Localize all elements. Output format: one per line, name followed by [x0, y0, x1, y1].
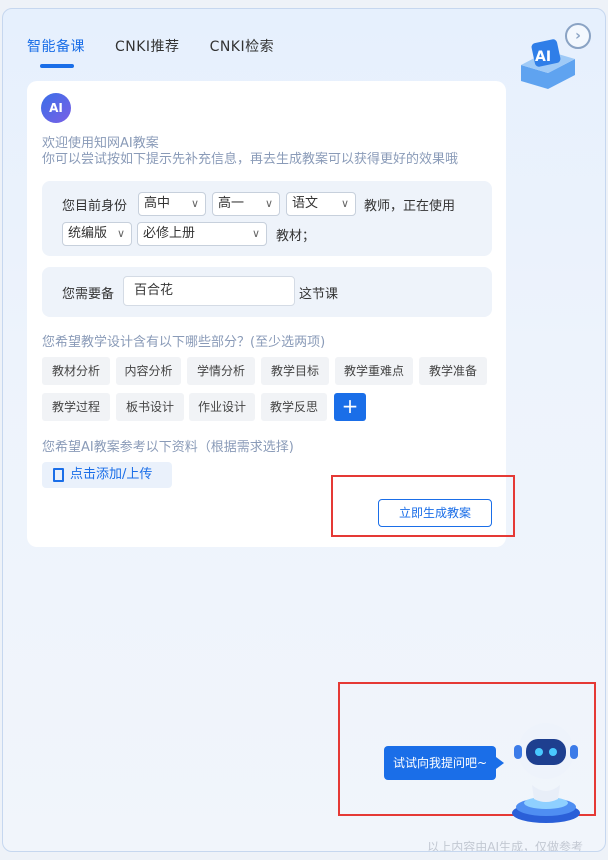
chevron-down-icon: ∨: [264, 197, 273, 210]
chip-content-analysis[interactable]: 内容分析: [116, 357, 181, 385]
add-part-button[interactable]: +: [334, 393, 366, 421]
chip-key-difficulties[interactable]: 教学重难点: [335, 357, 413, 385]
upload-label: 点击添加/上传: [70, 467, 153, 482]
upload-button[interactable]: 点击添加/上传: [42, 462, 172, 488]
identity-prefix: 您目前身份: [62, 199, 128, 214]
lesson-input[interactable]: 百合花: [123, 276, 295, 306]
volume-select[interactable]: 必修上册 ∨: [137, 222, 267, 246]
stage-select[interactable]: 高中 ∨: [138, 192, 206, 216]
lesson-box: 您需要备 百合花 这节课: [42, 267, 492, 317]
chevron-right-icon[interactable]: ›: [565, 23, 591, 49]
stage-value: 高中: [144, 196, 171, 211]
lesson-prefix: 您需要备: [62, 287, 115, 302]
subject-select[interactable]: 语文 ∨: [286, 192, 356, 216]
chevron-down-icon: ∨: [340, 197, 349, 210]
subject-value: 语文: [292, 196, 319, 211]
parts-label: 您希望教学设计含有以下哪些部分？(至少选两项): [42, 335, 326, 350]
identity-box: 您目前身份 高中 ∨ 高一 ∨ 语文 ∨ 教师，正在使用 统编版 ∨ 必修上册 ∨ 教材；: [42, 181, 492, 256]
lesson-suffix: 这节课: [299, 287, 339, 302]
edition-value: 统编版: [68, 226, 108, 241]
chevron-down-icon: ∨: [251, 227, 260, 240]
ai-logo-icon: AI: [41, 93, 71, 123]
chip-board-design[interactable]: 板书设计: [116, 393, 184, 421]
welcome-line-2: 你可以尝试按如下提示先补充信息，再去生成教案可以获得更好的效果哦: [42, 152, 459, 167]
chip-homework-design[interactable]: 作业设计: [189, 393, 255, 421]
chip-preparation[interactable]: 教学准备: [419, 357, 487, 385]
chip-teaching-process[interactable]: 教学过程: [42, 393, 110, 421]
identity-middle: 教师，正在使用: [364, 199, 456, 214]
chip-learner-analysis[interactable]: 学情分析: [187, 357, 255, 385]
edition-select[interactable]: 统编版 ∨: [62, 222, 132, 246]
robot-assistant-icon[interactable]: [506, 715, 586, 827]
ai-lesson-panel: 智能备课 CNKI推荐 CNKI检索 AI › AI 欢迎使用知网AI教案 你可…: [2, 8, 606, 852]
tab-cnki-search[interactable]: CNKI检索: [210, 36, 275, 56]
tab-bar: 智能备课 CNKI推荐 CNKI检索: [27, 36, 304, 68]
assistant-prompt-bubble[interactable]: 试试向我提问吧~: [384, 746, 504, 780]
document-icon: [53, 468, 64, 482]
chevron-down-icon: ∨: [190, 197, 199, 210]
welcome-text: 欢迎使用知网AI教案 你可以尝试按如下提示先补充信息，再去生成教案可以获得更好的…: [42, 136, 458, 168]
chip-reflection[interactable]: 教学反思: [261, 393, 327, 421]
svg-text:AI: AI: [535, 49, 551, 65]
identity-suffix: 教材；: [276, 229, 316, 244]
chip-teaching-goals[interactable]: 教学目标: [261, 357, 329, 385]
tab-smart-prep[interactable]: 智能备课: [27, 36, 85, 68]
reference-label: 您希望AI教案参考以下资料（根据需求选择): [42, 440, 294, 455]
ai-disclaimer: 以上内容由AI生成，仅做参考: [427, 840, 583, 852]
tab-cnki-recommend[interactable]: CNKI推荐: [115, 36, 180, 56]
chip-textbook-analysis[interactable]: 教材分析: [42, 357, 110, 385]
volume-value: 必修上册: [143, 226, 196, 241]
grade-select[interactable]: 高一 ∨: [212, 192, 280, 216]
highlight-box-generate: [331, 475, 515, 537]
grade-value: 高一: [218, 196, 245, 211]
welcome-line-1: 欢迎使用知网AI教案: [42, 136, 159, 151]
chevron-down-icon: ∨: [116, 227, 125, 240]
